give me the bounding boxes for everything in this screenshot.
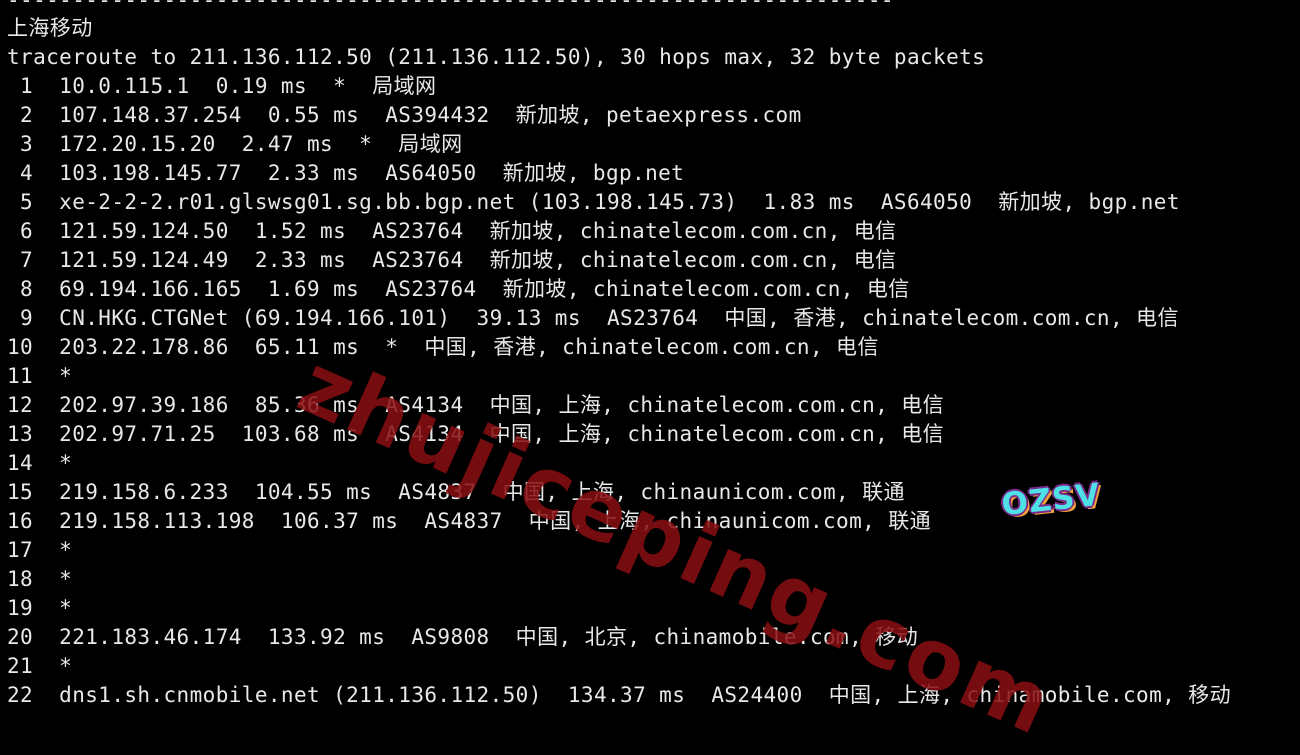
hop-line: 12 202.97.39.186 85.36 ms AS4134 中国, 上海,… — [7, 393, 945, 417]
terminal-window[interactable]: ----------------------------------------… — [0, 0, 1300, 755]
separator-rule: ----------------------------------------… — [7, 0, 894, 12]
hop-line: 20 221.183.46.174 133.92 ms AS9808 中国, 北… — [7, 625, 918, 649]
hop-line: 8 69.194.166.165 1.69 ms AS23764 新加坡, ch… — [7, 277, 910, 301]
hop-line: 13 202.97.71.25 103.68 ms AS4134 中国, 上海,… — [7, 422, 945, 446]
hop-line: 19 * — [7, 596, 73, 620]
hop-line: 9 CN.HKG.CTGNet (69.194.166.101) 39.13 m… — [7, 306, 1179, 330]
hop-line: 10 203.22.178.86 65.11 ms * 中国, 香港, chin… — [7, 335, 879, 359]
hop-line: 15 219.158.6.233 104.55 ms AS4837 中国, 上海… — [7, 480, 905, 504]
hop-line: 2 107.148.37.254 0.55 ms AS394432 新加坡, p… — [7, 103, 802, 127]
hop-line: 17 * — [7, 538, 73, 562]
isp-label: 上海移动 — [7, 16, 93, 40]
hop-line: 4 103.198.145.77 2.33 ms AS64050 新加坡, bg… — [7, 161, 685, 185]
hop-line: 21 * — [7, 654, 73, 678]
hop-line: 16 219.158.113.198 106.37 ms AS4837 中国, … — [7, 509, 932, 533]
traceroute-header: traceroute to 211.136.112.50 (211.136.11… — [7, 45, 986, 69]
ozsv-logo-badge: OZSV — [999, 476, 1103, 524]
hop-line: 22 dns1.sh.cnmobile.net (211.136.112.50)… — [7, 683, 1232, 707]
hop-line: 3 172.20.15.20 2.47 ms * 局域网 — [7, 132, 463, 156]
hop-line: 18 * — [7, 567, 73, 591]
hop-line: 6 121.59.124.50 1.52 ms AS23764 新加坡, chi… — [7, 219, 897, 243]
hop-line: 11 * — [7, 364, 73, 388]
hop-line: 7 121.59.124.49 2.33 ms AS23764 新加坡, chi… — [7, 248, 897, 272]
hop-line: 5 xe-2-2-2.r01.glswsg01.sg.bb.bgp.net (1… — [7, 190, 1180, 214]
hop-line: 1 10.0.115.1 0.19 ms * 局域网 — [7, 74, 437, 98]
hop-line: 14 * — [7, 451, 73, 475]
